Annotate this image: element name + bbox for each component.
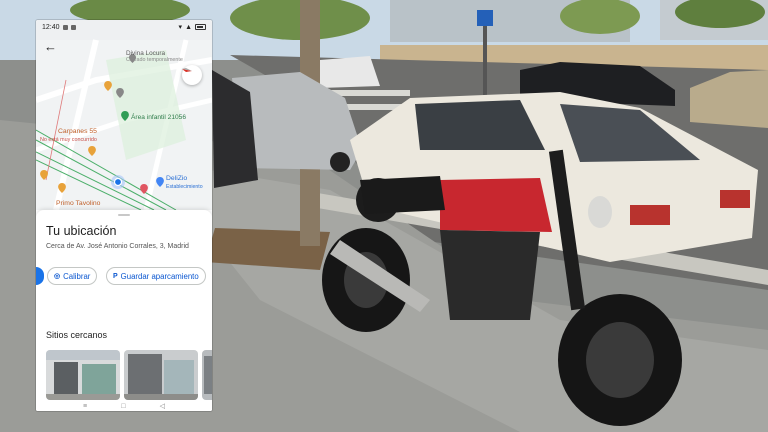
sheet-title: Tu ubicación — [46, 224, 117, 238]
notification-icon — [70, 24, 76, 30]
place-label-carpanes[interactable]: Carpanes 55 — [58, 128, 97, 135]
nearby-title: Sitios cercanos — [46, 330, 108, 340]
place-label-divina[interactable]: Divina Locura — [126, 50, 165, 57]
calibrate-icon: ◎ — [54, 273, 61, 280]
menu-icon[interactable]: ≡ — [83, 403, 87, 410]
wifi-icon: ▲ — [185, 23, 192, 31]
place-label-primo[interactable]: Primo Tavolino — [56, 200, 100, 207]
directions-chip[interactable] — [36, 267, 44, 285]
calibrate-button[interactable]: ◎ Calibrar — [47, 267, 98, 285]
status-bar: 12:40 ▾ ▲ — [36, 20, 212, 34]
map-view[interactable]: ← Divina Locura Cerrado temporalmente Ár… — [36, 20, 212, 210]
save-parking-button[interactable]: P Guardar aparcamiento — [106, 267, 206, 285]
action-chips: ◎ Calibrar P Guardar aparcamiento — [36, 266, 212, 286]
back-arrow-icon[interactable]: ← — [44, 40, 58, 54]
location-bottom-sheet[interactable]: Tu ubicación Cerca de Av. José Antonio C… — [36, 210, 212, 411]
place-status-carpanes: No está muy concurrido — [40, 137, 97, 143]
sheet-address: Cerca de Av. José Antonio Corrales, 3, M… — [46, 243, 189, 250]
parking-icon: P — [113, 272, 118, 280]
place-status-divina: Cerrado temporalmente — [126, 57, 183, 63]
place-label-area[interactable]: Área infantil 21056 — [131, 114, 186, 121]
home-icon[interactable]: □ — [121, 403, 125, 410]
back-icon[interactable]: ◁ — [160, 402, 165, 410]
place-status-delizio: Establecimiento — [166, 184, 203, 190]
signal-icon: ▾ — [178, 24, 183, 31]
sheet-drag-handle[interactable] — [118, 214, 130, 216]
compass-icon[interactable] — [182, 65, 202, 85]
phone-screenshot: ← Divina Locura Cerrado temporalmente Ár… — [36, 20, 212, 411]
place-label-delizio[interactable]: DeliZio — [166, 175, 187, 182]
battery-icon — [195, 24, 206, 30]
status-time: 12:40 — [42, 23, 60, 31]
nearby-place-photo[interactable] — [202, 350, 212, 400]
system-navbar: ≡ □ ◁ — [36, 401, 212, 411]
save-parking-label: Guardar aparcamiento — [120, 271, 199, 281]
calibrate-label: Calibrar — [63, 271, 91, 281]
nearby-place-photo[interactable] — [124, 350, 198, 400]
notification-icon — [62, 24, 68, 30]
nearby-place-photo[interactable] — [46, 350, 120, 400]
